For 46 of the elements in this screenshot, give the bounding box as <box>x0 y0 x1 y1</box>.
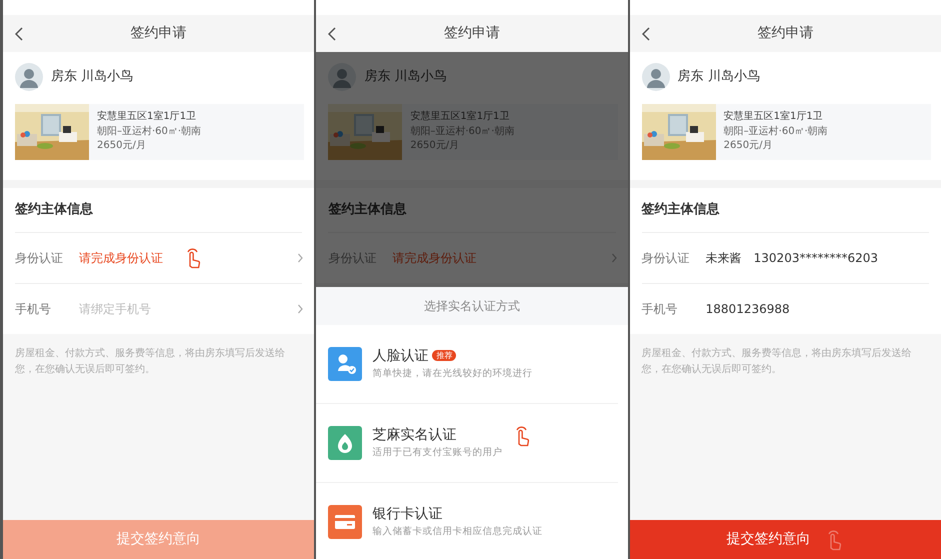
recommend-badge: 推荐 <box>432 350 456 362</box>
listing-details: 朝阳–亚运村·60㎡·朝南 <box>410 126 514 138</box>
listing-details: 朝阳–亚运村·60㎡·朝南 <box>97 126 202 138</box>
listing-name: 安慧里五区1室1厅1卫 <box>724 111 824 124</box>
listing-details: 朝阳–亚运村·60㎡·朝南 <box>724 126 828 138</box>
back-button[interactable] <box>15 26 24 40</box>
landlord-name: 房东 川岛小鸟 <box>51 68 134 86</box>
back-icon <box>15 26 24 40</box>
listing-price: 2650元/月 <box>410 140 460 153</box>
info-note: 房屋租金、付款方式、服务费等信息，将由房东填写后发送给您，在您确认无误后即可签约。 <box>15 346 286 376</box>
section-title: 签约主体信息 <box>15 200 93 220</box>
phone-input-field[interactable]: 请绑定手机号 <box>79 300 199 318</box>
field-label: 身份认证 <box>642 250 691 267</box>
listing-card[interactable]: 安慧里五区1室1厅1卫 朝阳–亚运村·60㎡·朝南 2650元/月 <box>642 104 931 160</box>
listing-name: 安慧里五区1室1厅1卫 <box>97 111 198 124</box>
listing-price: 2650元/月 <box>724 140 774 153</box>
info-note: 房屋租金、付款方式、服务费等信息，将由房东填写后发送给您，在您确认无误后即可签约。 <box>642 346 913 376</box>
id-number: 130203********6203 <box>754 250 878 267</box>
field-value: 未来酱 <box>706 250 742 267</box>
card-icon <box>328 505 362 539</box>
listing-price: 2650元/月 <box>97 140 147 153</box>
verify-prompt-link[interactable]: 请完成身份认证 <box>79 249 163 267</box>
page-title: 签约申请 <box>757 25 814 41</box>
back-icon <box>642 26 651 40</box>
sheet-title: 选择实名认证方式 <box>424 298 520 315</box>
back-button[interactable] <box>328 26 338 40</box>
back-button[interactable] <box>642 26 651 40</box>
drop-icon <box>328 426 362 460</box>
user-check-icon <box>328 347 362 381</box>
page-title: 签约申请 <box>444 25 500 41</box>
landlord-name: 房东 川岛小鸟 <box>678 68 760 86</box>
listing-name: 安慧里五区1室1厅1卫 <box>410 111 510 124</box>
avatar <box>642 63 670 91</box>
field-value: 18801236988 <box>706 301 790 318</box>
field-label: 手机号 <box>642 301 679 318</box>
section-title: 签约主体信息 <box>328 200 406 220</box>
listing-card[interactable]: 安慧里五区1室1厅1卫 朝阳–亚运村·60㎡·朝南 2650元/月 <box>15 104 304 160</box>
page-title: 签约申请 <box>130 25 187 41</box>
field-label: 手机号 <box>15 301 52 318</box>
landlord-name: 房东 川岛小鸟 <box>364 68 446 86</box>
back-icon <box>328 26 338 40</box>
avatar <box>15 63 43 91</box>
section-title: 签约主体信息 <box>642 200 720 220</box>
submit-button[interactable]: 提交签约意向 <box>630 520 941 559</box>
field-label: 身份认证 <box>15 250 64 267</box>
avatar <box>328 63 356 91</box>
